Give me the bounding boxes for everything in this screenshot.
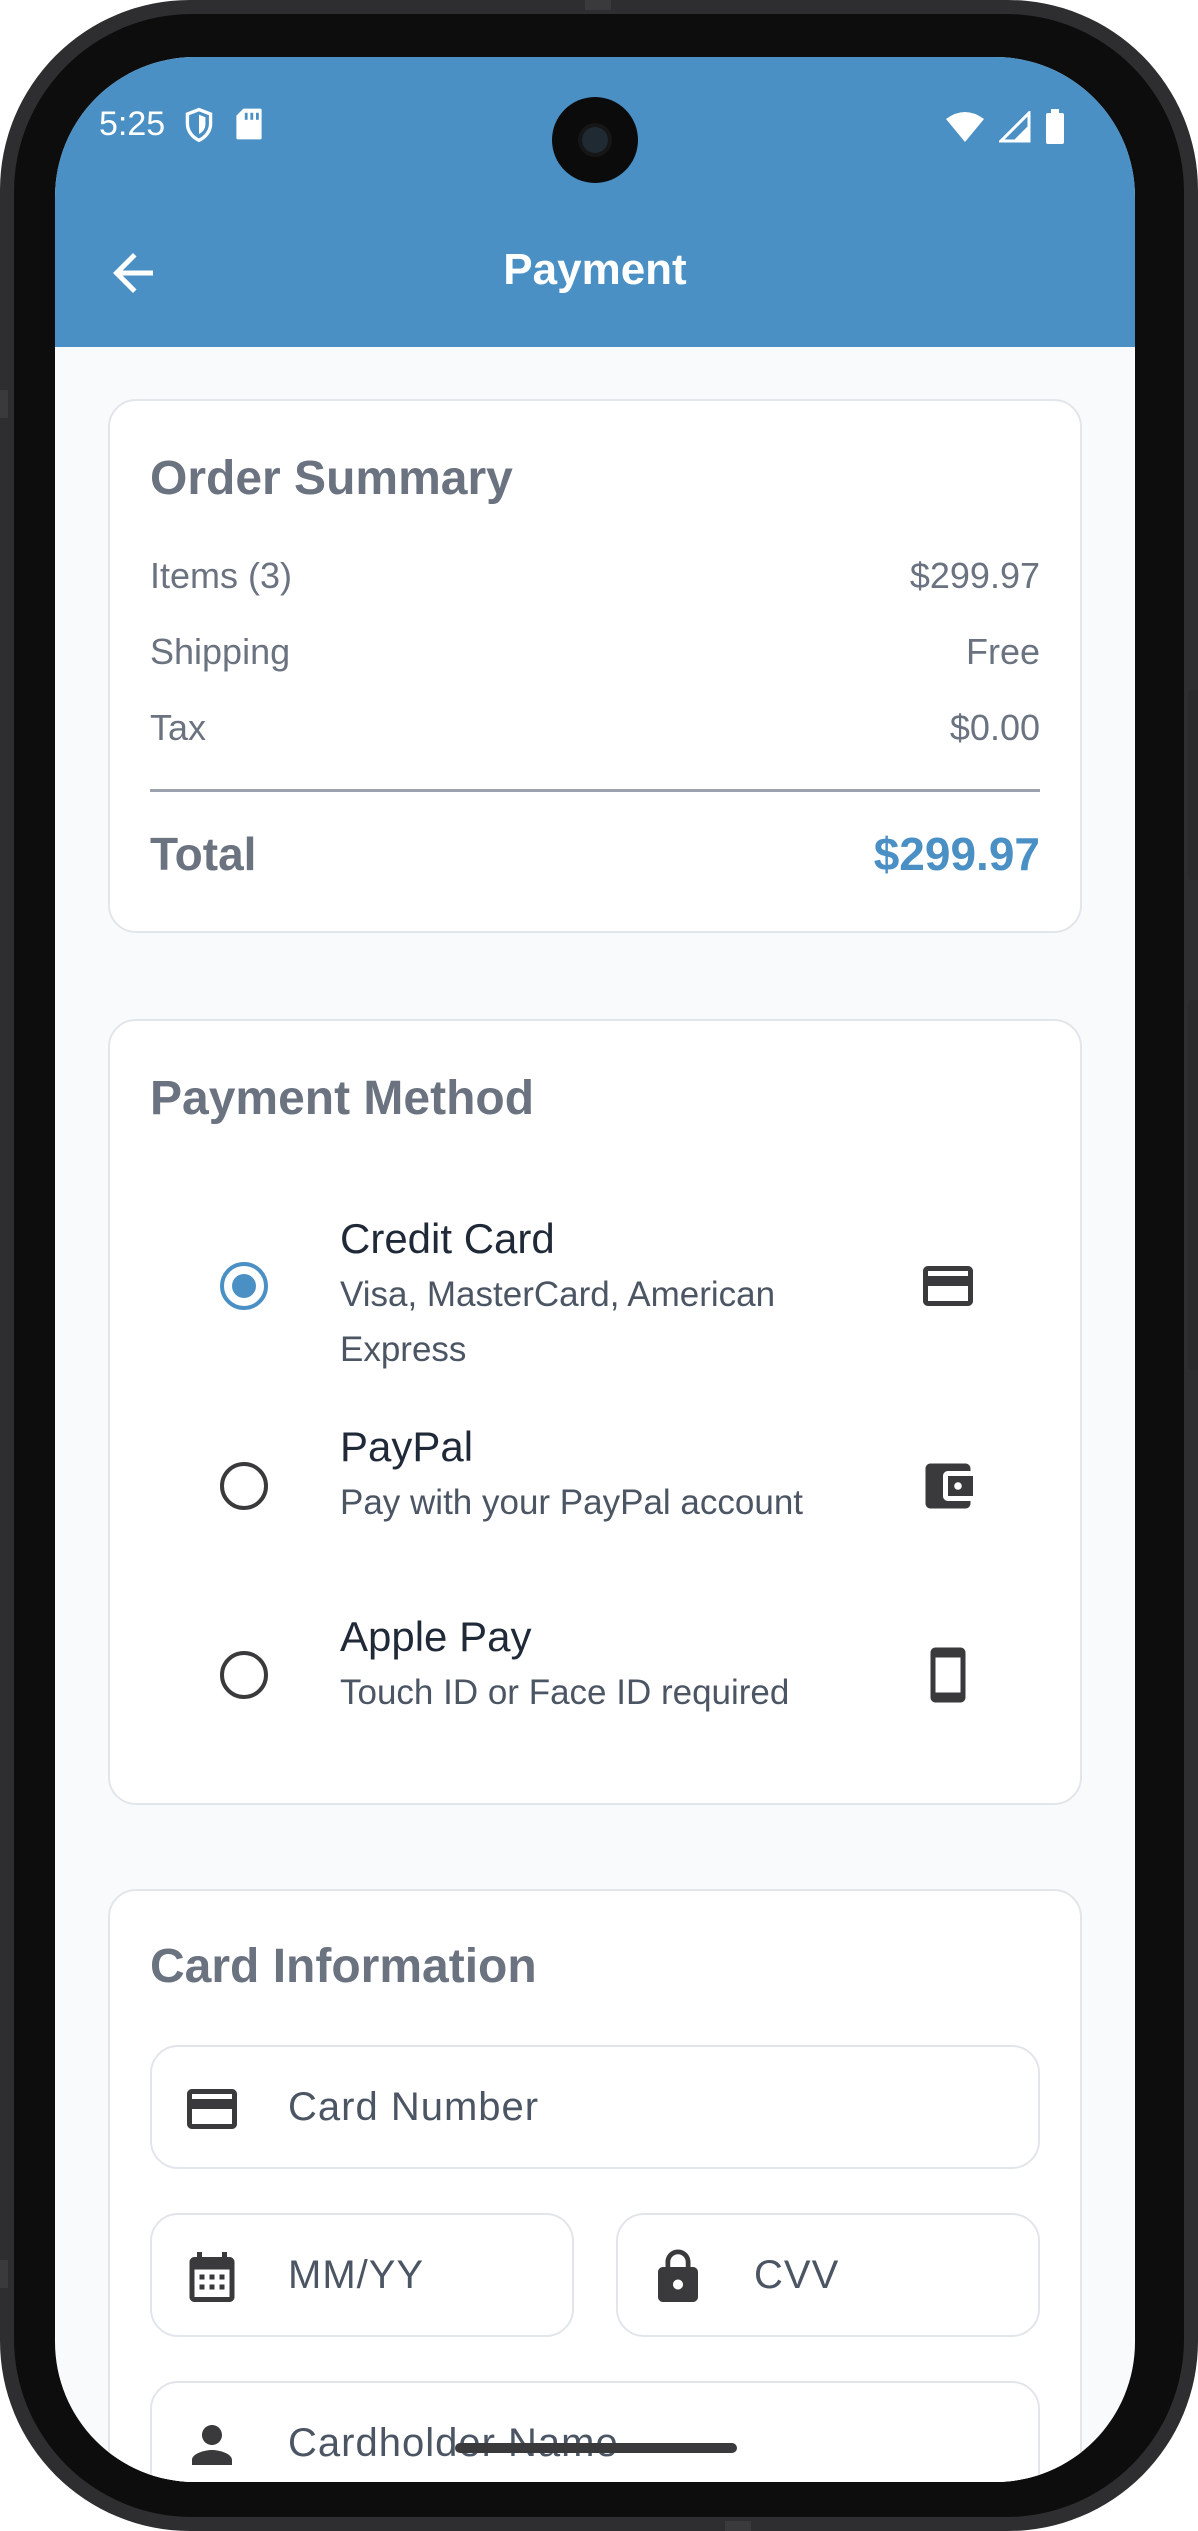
order-summary-card: Order Summary Items (3) $299.97 Shipping… (108, 399, 1082, 933)
volume-button (1188, 690, 1198, 880)
radio-paypal[interactable] (220, 1462, 268, 1510)
summary-value: $0.00 (949, 707, 1040, 748)
cellular-signal-icon (999, 111, 1031, 143)
payment-option-paypal[interactable]: PayPal Pay with your PayPal account (110, 1411, 1084, 1561)
expiry-input[interactable] (288, 2215, 540, 2335)
total-value: $299.97 (873, 828, 1040, 880)
antenna-mark (725, 2521, 751, 2531)
front-camera (552, 97, 638, 183)
payment-option-apple-pay[interactable]: Apple Pay Touch ID or Face ID required (110, 1601, 1084, 1751)
cvv-field[interactable] (616, 2213, 1040, 2337)
status-time: 5:25 (99, 105, 166, 143)
wifi-icon (946, 112, 984, 142)
smartphone-icon (930, 1647, 966, 1703)
payment-method-title: Payment Method (150, 1072, 535, 1125)
payment-option-text: PayPal Pay with your PayPal account (340, 1419, 900, 1530)
antenna-mark (0, 390, 8, 418)
status-icons-left (183, 107, 263, 143)
radio-credit-card[interactable] (220, 1262, 268, 1310)
summary-divider (150, 789, 1040, 792)
person-icon (192, 2425, 232, 2465)
battery-icon (1046, 109, 1064, 144)
radio-apple-pay[interactable] (220, 1651, 268, 1699)
card-number-field[interactable] (150, 2045, 1040, 2169)
payment-option-title: Apple Pay (340, 1613, 532, 1660)
order-summary-title: Order Summary (150, 452, 513, 505)
payment-option-credit-card[interactable]: Credit Card Visa, MasterCard, American E… (110, 1191, 1084, 1381)
antenna-mark (585, 0, 611, 10)
credit-card-icon (187, 2089, 237, 2129)
summary-value: $299.97 (909, 555, 1040, 596)
card-information-card: Card Information (108, 1889, 1082, 2482)
summary-value: Free (965, 631, 1040, 672)
screen: 5:25 Payment Order Summary Items (3) $29… (55, 57, 1135, 2482)
expiry-field[interactable] (150, 2213, 574, 2337)
payment-option-text: Credit Card Visa, MasterCard, American E… (340, 1211, 900, 1377)
summary-label: Tax (150, 707, 207, 748)
calendar-icon (189, 2252, 235, 2302)
cardholder-name-field[interactable] (150, 2381, 1040, 2482)
payment-option-subtitle: Pay with your PayPal account (340, 1483, 804, 1522)
phone-frame: 5:25 Payment Order Summary Items (3) $29… (0, 0, 1198, 2531)
lock-icon (658, 2249, 698, 2302)
sd-card-icon (236, 108, 262, 140)
credit-card-icon (923, 1266, 973, 1306)
payment-option-subtitle: Touch ID or Face ID required (340, 1673, 790, 1712)
card-information-title: Card Information (150, 1940, 537, 1993)
wallet-icon (925, 1463, 973, 1509)
summary-label: Items (3) (150, 555, 293, 596)
summary-total-row: Total $299.97 (150, 827, 1040, 881)
payment-option-text: Apple Pay Touch ID or Face ID required (340, 1609, 900, 1720)
cvv-input[interactable] (754, 2215, 1006, 2335)
summary-row-shipping: Shipping Free (150, 631, 1040, 673)
summary-label: Shipping (150, 631, 291, 672)
payment-option-subtitle: Visa, MasterCard, American Express (340, 1275, 776, 1369)
power-button (1188, 1000, 1198, 1370)
page-title: Payment (503, 245, 687, 294)
payment-option-title: PayPal (340, 1423, 474, 1470)
card-number-input[interactable] (288, 2047, 909, 2167)
payment-option-title: Credit Card (340, 1215, 555, 1262)
summary-row-tax: Tax $0.00 (150, 707, 1040, 749)
antenna-mark (0, 2260, 8, 2288)
status-icons-right (945, 109, 1065, 145)
summary-row-items: Items (3) $299.97 (150, 555, 1040, 597)
home-indicator[interactable] (455, 2443, 737, 2453)
shield-icon (185, 107, 213, 143)
payment-method-card: Payment Method Credit Card Visa, MasterC… (108, 1019, 1082, 1805)
app-bar: 5:25 Payment (55, 57, 1135, 347)
total-label: Total (150, 828, 257, 880)
cardholder-name-input[interactable] (288, 2383, 909, 2482)
